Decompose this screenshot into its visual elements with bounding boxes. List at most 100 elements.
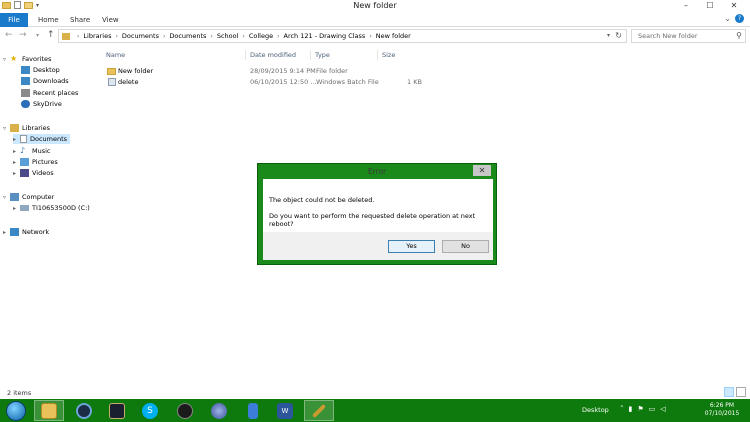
taskbar-app-3[interactable] xyxy=(238,400,268,421)
nav-item-videos[interactable]: ▸ Videos xyxy=(13,168,54,178)
tab-file[interactable]: File xyxy=(0,13,28,27)
start-button[interactable] xyxy=(6,401,26,421)
column-header-name[interactable]: Name xyxy=(106,51,125,59)
forward-arrow-icon[interactable]: → xyxy=(19,30,27,40)
column-header-date[interactable]: Date modified xyxy=(250,51,296,59)
close-button[interactable]: ✕ xyxy=(722,0,746,12)
taskbar-app-1[interactable] xyxy=(69,400,99,421)
search-icon[interactable]: ⚲ xyxy=(736,31,742,40)
library-icon xyxy=(62,32,70,40)
help-icon[interactable]: ? xyxy=(735,14,744,23)
nav-item-label: Music xyxy=(32,147,51,155)
pictures-icon xyxy=(20,158,29,166)
network-icon[interactable]: ▮ xyxy=(629,405,633,413)
nav-computer[interactable]: ▿ Computer xyxy=(3,192,54,202)
taskbar: S W Desktop ˄ ▮ ⚑ ▭ ◁ 6:26 PM 07/10/2015 xyxy=(0,399,750,422)
steam-icon xyxy=(177,402,193,419)
collapse-icon[interactable]: ▿ xyxy=(3,56,10,63)
details-view-icon[interactable] xyxy=(724,387,734,397)
taskbar-league-of-legends[interactable] xyxy=(102,400,132,421)
yes-button[interactable]: Yes xyxy=(388,240,435,253)
dialog-close-button[interactable]: ✕ xyxy=(473,165,491,176)
column-header-size[interactable]: Size xyxy=(382,51,395,59)
back-arrow-icon[interactable]: ← xyxy=(5,30,13,40)
nav-item-recent-places[interactable]: Recent places xyxy=(21,88,78,98)
computer-icon xyxy=(10,193,19,201)
breadcrumb-arch-121[interactable]: Arch 121 - Drawing Class xyxy=(284,32,366,40)
collapse-icon[interactable]: ▿ xyxy=(3,125,10,132)
breadcrumb-libraries[interactable]: Libraries xyxy=(83,32,111,40)
nav-item-skydrive[interactable]: SkyDrive xyxy=(21,99,62,109)
taskbar-steam[interactable] xyxy=(170,400,200,421)
breadcrumb-documents-2[interactable]: Documents xyxy=(169,32,206,40)
address-row: ← → ▾ ↑ › Libraries › Documents › Docume… xyxy=(0,28,750,44)
recent-places-icon xyxy=(21,89,30,97)
file-row[interactable]: delete 06/10/2015 12:50 ... Windows Batc… xyxy=(101,77,431,88)
chevron-down-icon[interactable]: ▾ xyxy=(607,32,610,39)
nav-network[interactable]: ▸ Network xyxy=(3,227,49,237)
ribbon-tabs: File Home Share View ⌄ ? xyxy=(0,13,750,27)
expand-icon[interactable]: ▸ xyxy=(13,159,20,166)
nav-item-desktop[interactable]: Desktop xyxy=(21,65,60,75)
tab-share[interactable]: Share xyxy=(70,13,90,27)
battery-icon[interactable]: ▭ xyxy=(649,405,656,413)
taskbar-file-explorer[interactable] xyxy=(34,400,64,421)
chevron-up-icon[interactable]: ˄ xyxy=(620,405,624,413)
usb-icon xyxy=(248,402,258,419)
tab-home[interactable]: Home xyxy=(38,13,59,27)
star-icon: ★ xyxy=(10,54,18,63)
window-title: New folder xyxy=(353,1,397,10)
expand-icon[interactable]: ▸ xyxy=(13,148,20,155)
nav-item-label: Desktop xyxy=(33,66,60,74)
nav-item-downloads[interactable]: Downloads xyxy=(21,76,69,86)
expand-icon[interactable]: ▸ xyxy=(13,205,20,212)
no-button[interactable]: No xyxy=(442,240,489,253)
expand-icon[interactable]: ▸ xyxy=(3,229,10,236)
file-name: New folder xyxy=(118,67,154,75)
tab-view[interactable]: View xyxy=(102,13,119,27)
nav-item-drive-c[interactable]: ▸ TI10653500D (C:) xyxy=(13,203,90,213)
minimize-button[interactable]: – xyxy=(674,0,698,12)
nav-favorites[interactable]: ▿ ★ Favorites xyxy=(3,54,51,64)
volume-icon[interactable]: ◁ xyxy=(660,405,665,413)
search-input[interactable]: Search New folder ⚲ xyxy=(631,29,746,43)
expand-icon[interactable]: ▸ xyxy=(13,136,20,143)
nav-item-label: Downloads xyxy=(33,77,69,85)
status-bar: 2 items xyxy=(0,387,750,399)
breadcrumb-documents[interactable]: Documents xyxy=(122,32,159,40)
flag-icon[interactable]: ⚑ xyxy=(637,405,643,413)
documents-icon xyxy=(20,135,27,143)
dialog-question: Do you want to perform the requested del… xyxy=(269,212,476,228)
breadcrumb-school[interactable]: School xyxy=(217,32,239,40)
navigation-pane: ▿ ★ Favorites Desktop Downloads Recent p… xyxy=(0,48,100,384)
chevron-down-icon[interactable]: ⌄ xyxy=(724,14,731,23)
nav-item-label: SkyDrive xyxy=(33,100,62,108)
nav-item-label: Documents xyxy=(30,135,68,143)
large-icons-view-icon[interactable] xyxy=(736,387,746,397)
nav-item-label: Pictures xyxy=(32,158,58,166)
file-size: 1 KB xyxy=(407,78,422,86)
up-arrow-icon[interactable]: ↑ xyxy=(47,30,55,40)
clock-date: 07/10/2015 xyxy=(704,410,740,417)
nav-item-music[interactable]: ▸ ♪ Music xyxy=(13,146,51,156)
maximize-button[interactable]: ☐ xyxy=(698,0,722,12)
taskbar-app-2[interactable] xyxy=(204,400,234,421)
taskbar-word[interactable]: W xyxy=(270,400,300,421)
address-bar[interactable]: › Libraries › Documents › Documents › Sc… xyxy=(58,29,627,43)
system-clock[interactable]: 6:26 PM 07/10/2015 xyxy=(700,402,744,418)
collapse-icon[interactable]: ▿ xyxy=(3,194,10,201)
desktop-toolbar-label[interactable]: Desktop xyxy=(582,406,609,414)
breadcrumb-new-folder[interactable]: New folder xyxy=(376,32,411,40)
expand-icon[interactable]: ▸ xyxy=(13,170,20,177)
file-row[interactable]: New folder 28/09/2015 9:14 PM File folde… xyxy=(101,66,431,77)
breadcrumb-college[interactable]: College xyxy=(249,32,273,40)
taskbar-app-4[interactable] xyxy=(304,400,334,421)
chevron-down-icon[interactable]: ▾ xyxy=(36,32,39,39)
nav-item-pictures[interactable]: ▸ Pictures xyxy=(13,157,58,167)
nav-libraries[interactable]: ▿ Libraries xyxy=(3,123,50,133)
column-header-type[interactable]: Type xyxy=(315,51,330,59)
refresh-icon[interactable]: ↻ xyxy=(615,31,622,40)
file-type: Windows Batch File xyxy=(316,78,379,86)
nav-item-documents[interactable]: ▸ Documents xyxy=(13,134,71,144)
taskbar-skype[interactable]: S xyxy=(135,400,165,421)
